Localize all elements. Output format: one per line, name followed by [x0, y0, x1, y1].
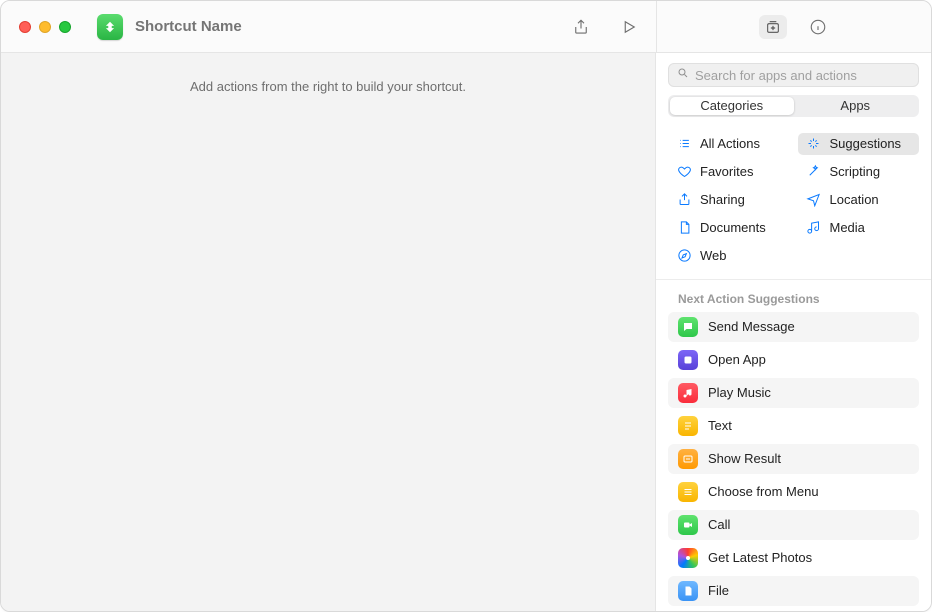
action-file[interactable]: File: [668, 576, 919, 606]
category-web[interactable]: Web: [668, 245, 790, 267]
action-get-clipboard[interactable]: Get Clipboard: [668, 609, 919, 611]
category-label: Scripting: [830, 164, 881, 179]
suggestions-section-header: Next Action Suggestions: [656, 280, 931, 312]
action-open-app[interactable]: Open App: [668, 345, 919, 375]
canvas-empty-hint: Add actions from the right to build your…: [190, 79, 466, 611]
heart-icon: [676, 164, 692, 180]
action-label: Show Result: [708, 451, 781, 466]
photos-app-icon: [678, 548, 698, 568]
action-send-message[interactable]: Send Message: [668, 312, 919, 342]
menu-icon: [678, 482, 698, 502]
sparkle-icon: [806, 136, 822, 152]
category-location[interactable]: Location: [798, 189, 920, 211]
suggestions-list: Send Message Open App Play Music Text: [656, 312, 931, 611]
category-favorites[interactable]: Favorites: [668, 161, 790, 183]
action-show-result[interactable]: Show Result: [668, 444, 919, 474]
action-label: Open App: [708, 352, 766, 367]
text-icon: [678, 416, 698, 436]
tab-apps[interactable]: Apps: [794, 97, 918, 115]
share-icon: [676, 192, 692, 208]
action-label: File: [708, 583, 729, 598]
action-label: Call: [708, 517, 730, 532]
action-call[interactable]: Call: [668, 510, 919, 540]
toolbar-sidebar-right: [656, 1, 931, 53]
action-text[interactable]: Text: [668, 411, 919, 441]
library-tabs: Categories Apps: [668, 95, 919, 117]
run-button[interactable]: [618, 16, 640, 38]
tab-categories[interactable]: Categories: [670, 97, 794, 115]
wand-icon: [806, 164, 822, 180]
action-choose-from-menu[interactable]: Choose from Menu: [668, 477, 919, 507]
shortcuts-app-icon: [97, 14, 123, 40]
category-label: Sharing: [700, 192, 745, 207]
titlebar: [1, 1, 931, 53]
show-result-icon: [678, 449, 698, 469]
list-icon: [676, 136, 692, 152]
action-label: Text: [708, 418, 732, 433]
action-label: Play Music: [708, 385, 771, 400]
category-scripting[interactable]: Scripting: [798, 161, 920, 183]
shortcut-name-field[interactable]: [135, 18, 355, 35]
music-app-icon: [678, 383, 698, 403]
category-all-actions[interactable]: All Actions: [668, 133, 790, 155]
close-window-button[interactable]: [19, 21, 31, 33]
compass-icon: [676, 248, 692, 264]
action-play-music[interactable]: Play Music: [668, 378, 919, 408]
share-button[interactable]: [570, 16, 592, 38]
search-field[interactable]: [668, 63, 919, 87]
category-suggestions[interactable]: Suggestions: [798, 133, 920, 155]
action-label: Get Latest Photos: [708, 550, 812, 565]
document-icon: [676, 220, 692, 236]
category-label: All Actions: [700, 136, 760, 151]
window-controls: [1, 21, 71, 33]
action-library-button[interactable]: [759, 15, 787, 39]
zoom-window-button[interactable]: [59, 21, 71, 33]
minimize-window-button[interactable]: [39, 21, 51, 33]
category-label: Documents: [700, 220, 766, 235]
category-label: Favorites: [700, 164, 753, 179]
file-icon: [678, 581, 698, 601]
open-app-icon: [678, 350, 698, 370]
category-label: Location: [830, 192, 879, 207]
category-sharing[interactable]: Sharing: [668, 189, 790, 211]
category-label: Web: [700, 248, 727, 263]
shortcut-details-button[interactable]: [807, 16, 829, 38]
category-grid: All Actions Suggestions Favorites: [656, 129, 931, 280]
category-label: Suggestions: [830, 136, 902, 151]
category-documents[interactable]: Documents: [668, 217, 790, 239]
toolbar-main-right: [381, 16, 656, 38]
category-media[interactable]: Media: [798, 217, 920, 239]
location-icon: [806, 192, 822, 208]
facetime-icon: [678, 515, 698, 535]
search-icon: [677, 66, 689, 84]
messages-app-icon: [678, 317, 698, 337]
action-library-sidebar: Categories Apps All Actions Suggestions: [656, 53, 931, 611]
action-label: Send Message: [708, 319, 795, 334]
action-get-latest-photos[interactable]: Get Latest Photos: [668, 543, 919, 573]
search-input[interactable]: [695, 68, 910, 83]
shortcut-canvas[interactable]: Add actions from the right to build your…: [1, 53, 656, 611]
category-label: Media: [830, 220, 865, 235]
shortcuts-editor-window: Add actions from the right to build your…: [0, 0, 932, 612]
music-icon: [806, 220, 822, 236]
action-label: Choose from Menu: [708, 484, 819, 499]
editor-body: Add actions from the right to build your…: [1, 53, 931, 611]
